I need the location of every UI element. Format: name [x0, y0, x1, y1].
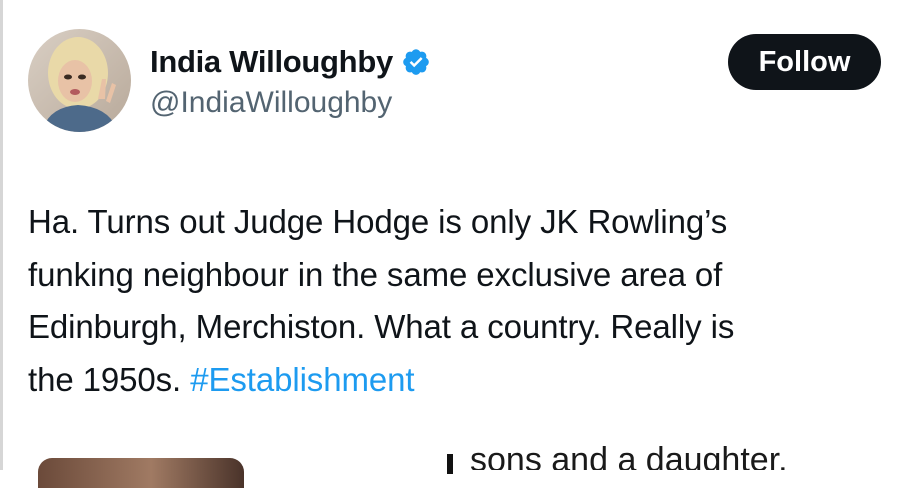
- author-name-row: India Willoughby: [150, 42, 431, 82]
- tweet-text-line: funking neighbour in the same exclusive …: [28, 255, 723, 293]
- quoted-text-bar: [447, 454, 453, 474]
- avatar-photo: [28, 29, 131, 132]
- avatar[interactable]: [28, 29, 131, 132]
- tweet-text: Ha. Turns out Judge Hodge is only JK Row…: [28, 196, 898, 406]
- quoted-text-snippet: sons and a daughter.: [470, 441, 788, 470]
- follow-button[interactable]: Follow: [728, 34, 881, 90]
- hashtag-link[interactable]: #Establishment: [190, 361, 414, 398]
- tweet-text-line: Edinburgh, Merchiston. What a country. R…: [28, 308, 735, 345]
- window-edge: [0, 0, 3, 470]
- quoted-image[interactable]: [38, 458, 244, 488]
- tweet-text-line: Ha. Turns out Judge Hodge is only JK Row…: [28, 203, 728, 240]
- tweet-text-line-last: the 1950s. #Establishment: [28, 354, 898, 407]
- verified-badge-icon: [401, 47, 431, 77]
- tweet-text-line: the 1950s.: [28, 360, 191, 398]
- author-display-name[interactable]: India Willoughby: [150, 44, 393, 80]
- author-handle[interactable]: @IndiaWilloughby: [150, 86, 392, 120]
